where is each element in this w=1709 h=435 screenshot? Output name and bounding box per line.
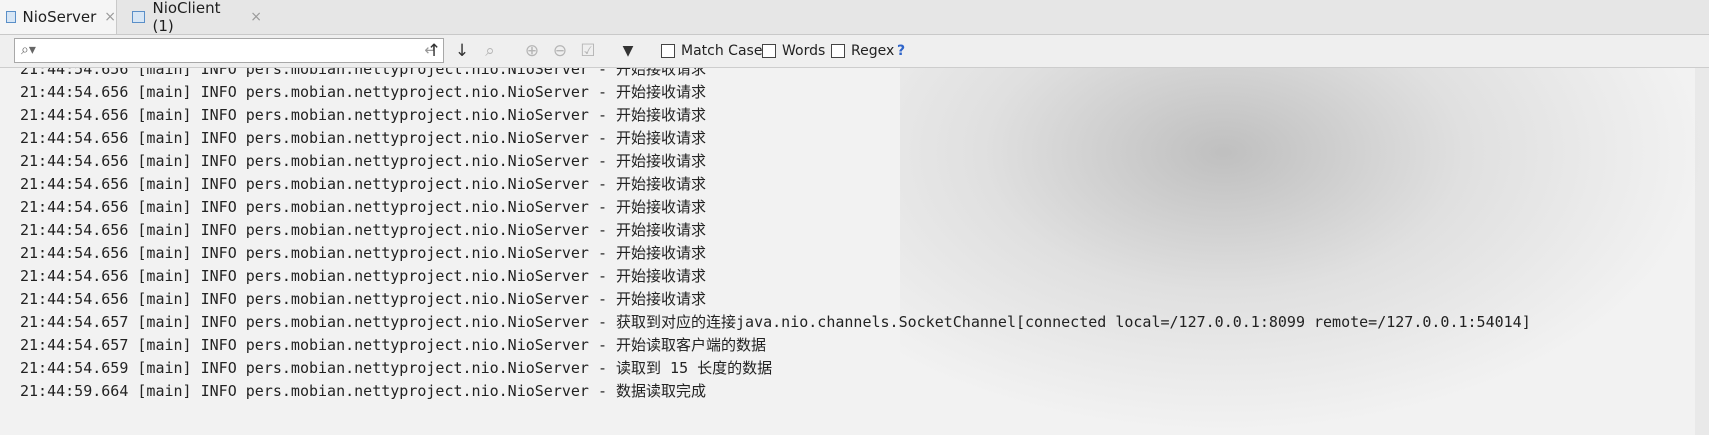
tab-label: NioClient (1)	[152, 0, 221, 35]
search-input[interactable]	[45, 41, 419, 61]
tab-label: NioServer	[22, 8, 97, 26]
select-all-occurrences-icon[interactable]: ☑	[576, 38, 600, 64]
log-line: 21:44:59.664 [main] INFO pers.mobian.net…	[20, 382, 707, 400]
log-line: 21:44:54.656 [main] INFO pers.mobian.net…	[20, 244, 707, 262]
console-icon	[132, 11, 146, 23]
log-line: 21:44:54.656 [main] INFO pers.mobian.net…	[20, 198, 707, 216]
checkbox-box[interactable]	[762, 44, 776, 58]
log-line: 21:44:54.657 [main] INFO pers.mobian.net…	[20, 336, 767, 354]
tab-nioserver[interactable]: NioServer ×	[0, 0, 117, 34]
console-output[interactable]: 21:44:54.656 [main] INFO pers.mobian.net…	[0, 68, 1709, 435]
tab-nioclient[interactable]: NioClient (1) ×	[132, 0, 262, 35]
filter-icon[interactable]: ▼	[616, 38, 640, 64]
checkbox-box[interactable]	[661, 44, 675, 58]
console-icon	[6, 11, 16, 23]
regex-help-link[interactable]: ?	[897, 40, 905, 62]
words-checkbox[interactable]: Words	[762, 40, 825, 62]
regex-checkbox[interactable]: Regex	[831, 40, 894, 62]
log-line: 21:44:54.656 [main] INFO pers.mobian.net…	[20, 129, 707, 147]
match-case-checkbox[interactable]: Match Case	[661, 40, 762, 62]
search-box: ⌕▾ ↵	[14, 38, 444, 63]
match-case-label: Match Case	[681, 43, 763, 59]
search-icon[interactable]: ⌕▾	[21, 42, 36, 58]
add-occurrence-icon[interactable]: ⊕	[520, 38, 544, 64]
close-icon[interactable]: ×	[104, 9, 116, 25]
tab-bar: NioServer × NioClient (1) ×	[0, 0, 1709, 35]
find-toolbar: ⌕▾ ↵ ↑ ↓ ⌕ ⊕ ⊖ ☑ ▼ Match Case Words Rege…	[0, 35, 1709, 68]
log-line: 21:44:54.659 [main] INFO pers.mobian.net…	[20, 359, 773, 377]
log-line: 21:44:54.656 [main] INFO pers.mobian.net…	[20, 152, 707, 170]
regex-label: Regex	[851, 43, 895, 59]
log-line: 21:44:54.656 [main] INFO pers.mobian.net…	[20, 221, 707, 239]
next-occurrence-icon[interactable]: ↓	[450, 38, 474, 64]
log-line: 21:44:54.656 [main] INFO pers.mobian.net…	[20, 267, 707, 285]
log-line: 21:44:54.656 [main] INFO pers.mobian.net…	[20, 175, 707, 193]
words-label: Words	[782, 43, 826, 59]
checkbox-box[interactable]	[831, 44, 845, 58]
log-line: 21:44:54.656 [main] INFO pers.mobian.net…	[20, 83, 707, 101]
log-line: 21:44:54.657 [main] INFO pers.mobian.net…	[20, 313, 1531, 331]
log-line: 21:44:54.656 [main] INFO pers.mobian.net…	[20, 68, 707, 78]
find-all-icon[interactable]: ⌕	[478, 38, 502, 64]
previous-occurrence-icon[interactable]: ↑	[422, 38, 446, 64]
close-icon[interactable]: ×	[250, 9, 262, 25]
remove-occurrence-icon[interactable]: ⊖	[548, 38, 572, 64]
vertical-scrollbar[interactable]	[1695, 68, 1709, 435]
log-line: 21:44:54.656 [main] INFO pers.mobian.net…	[20, 106, 707, 124]
log-line: 21:44:54.656 [main] INFO pers.mobian.net…	[20, 290, 707, 308]
